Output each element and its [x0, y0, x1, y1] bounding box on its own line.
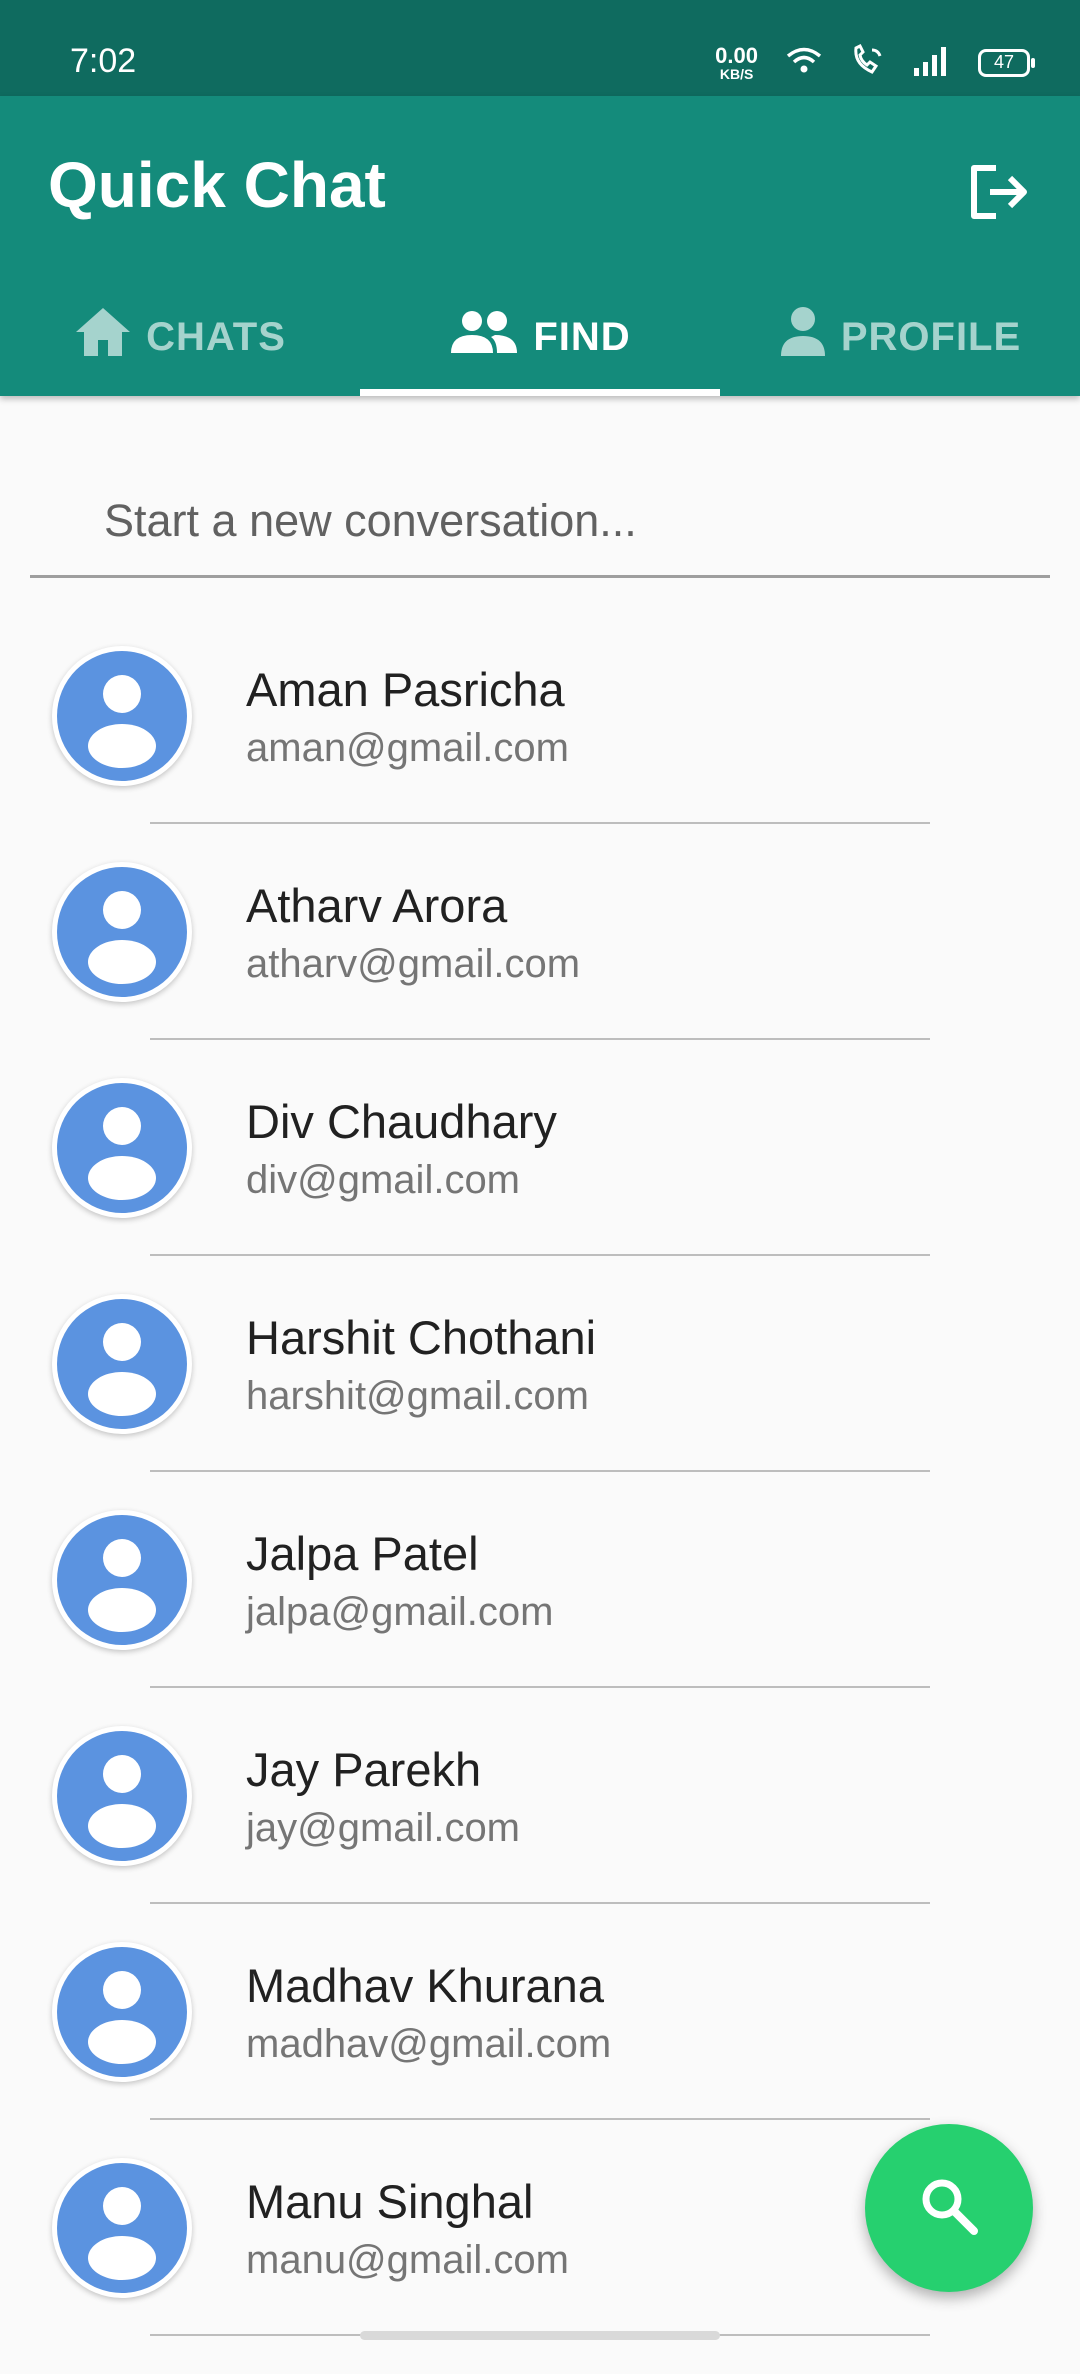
divider: [150, 2118, 930, 2120]
user-name: Div Chaudhary: [246, 1095, 557, 1148]
tab-profile[interactable]: PROFILE: [720, 278, 1080, 396]
search-input[interactable]: [102, 470, 1026, 572]
divider: [150, 1902, 930, 1904]
tab-bar: CHATS FIND PROFILE: [0, 278, 1080, 396]
tab-profile-label: PROFILE: [840, 314, 1022, 359]
user-email: harshit@gmail.com: [246, 1374, 589, 1418]
search-icon: [918, 2175, 980, 2242]
wifi-icon: [784, 45, 824, 80]
logout-button[interactable]: [960, 156, 1036, 232]
person-icon: [779, 306, 827, 368]
user-list-item[interactable]: Div Chaudhary div@gmail.com: [0, 1078, 1080, 1294]
user-email: atharv@gmail.com: [246, 942, 581, 986]
tab-find[interactable]: FIND: [360, 278, 720, 396]
avatar: [52, 1078, 192, 1218]
user-list-item[interactable]: Aman Pasricha aman@gmail.com: [0, 646, 1080, 862]
network-speed: 0.00 KB/S: [715, 42, 758, 82]
home-indicator: [360, 2331, 720, 2340]
user-name: Madhav Khurana: [246, 1959, 604, 2012]
avatar: [52, 862, 192, 1002]
avatar: [52, 1510, 192, 1650]
avatar: [52, 1294, 192, 1434]
logout-icon: [966, 162, 1030, 227]
user-email: jay@gmail.com: [246, 1806, 521, 1850]
search-fab-button[interactable]: [865, 2124, 1033, 2292]
app-bar: Quick Chat CHATS FIND PROFILE: [0, 96, 1080, 396]
user-name: Atharv Arora: [246, 879, 508, 932]
divider: [150, 1254, 930, 1256]
network-speed-value: 0.00: [715, 42, 758, 68]
tab-chats-label: CHATS: [146, 314, 286, 359]
user-name: Harshit Chothani: [246, 1311, 597, 1364]
user-email: div@gmail.com: [246, 1158, 521, 1202]
divider: [150, 1470, 930, 1472]
status-time: 7:02: [70, 42, 137, 80]
user-list-item[interactable]: Atharv Arora atharv@gmail.com: [0, 862, 1080, 1078]
user-name: Manu Singhal: [246, 2175, 534, 2228]
user-list-item[interactable]: Harshit Chothani harshit@gmail.com: [0, 1294, 1080, 1510]
network-speed-unit: KB/S: [719, 65, 754, 82]
avatar: [52, 2158, 192, 2298]
user-list: Aman Pasricha aman@gmail.com Atharv Arora a…: [0, 646, 1080, 2374]
user-email: jalpa@gmail.com: [246, 1590, 554, 1634]
app-title: Quick Chat: [48, 149, 386, 221]
divider: [150, 1686, 930, 1688]
tab-chats[interactable]: CHATS: [0, 278, 360, 396]
user-email: madhav@gmail.com: [246, 2022, 612, 2066]
user-name: Jay Parekh: [246, 1743, 482, 1796]
home-icon: [74, 306, 132, 368]
battery-icon: 47: [978, 48, 1035, 77]
search-field: [30, 470, 1050, 578]
battery-level: 47: [993, 52, 1015, 72]
wifi-call-icon: [850, 43, 886, 81]
avatar: [52, 1942, 192, 2082]
user-email: aman@gmail.com: [246, 726, 569, 770]
divider: [150, 822, 930, 824]
avatar: [52, 646, 192, 786]
status-bar: 7:02 0.00 KB/S 47: [0, 0, 1080, 96]
divider: [150, 1038, 930, 1040]
signal-icon: [912, 44, 952, 81]
user-name: Aman Pasricha: [246, 663, 565, 716]
user-list-item[interactable]: Jay Parekh jay@gmail.com: [0, 1726, 1080, 1942]
avatar: [52, 1726, 192, 1866]
people-icon: [449, 309, 519, 365]
user-list-item[interactable]: Jalpa Patel jalpa@gmail.com: [0, 1510, 1080, 1726]
tab-find-label: FIND: [533, 314, 631, 359]
user-email: manu@gmail.com: [246, 2238, 569, 2282]
status-icons: 0.00 KB/S 47: [715, 42, 1035, 82]
user-name: Jalpa Patel: [246, 1527, 479, 1580]
user-list-item[interactable]: Madhav Khurana madhav@gmail.com: [0, 1942, 1080, 2158]
